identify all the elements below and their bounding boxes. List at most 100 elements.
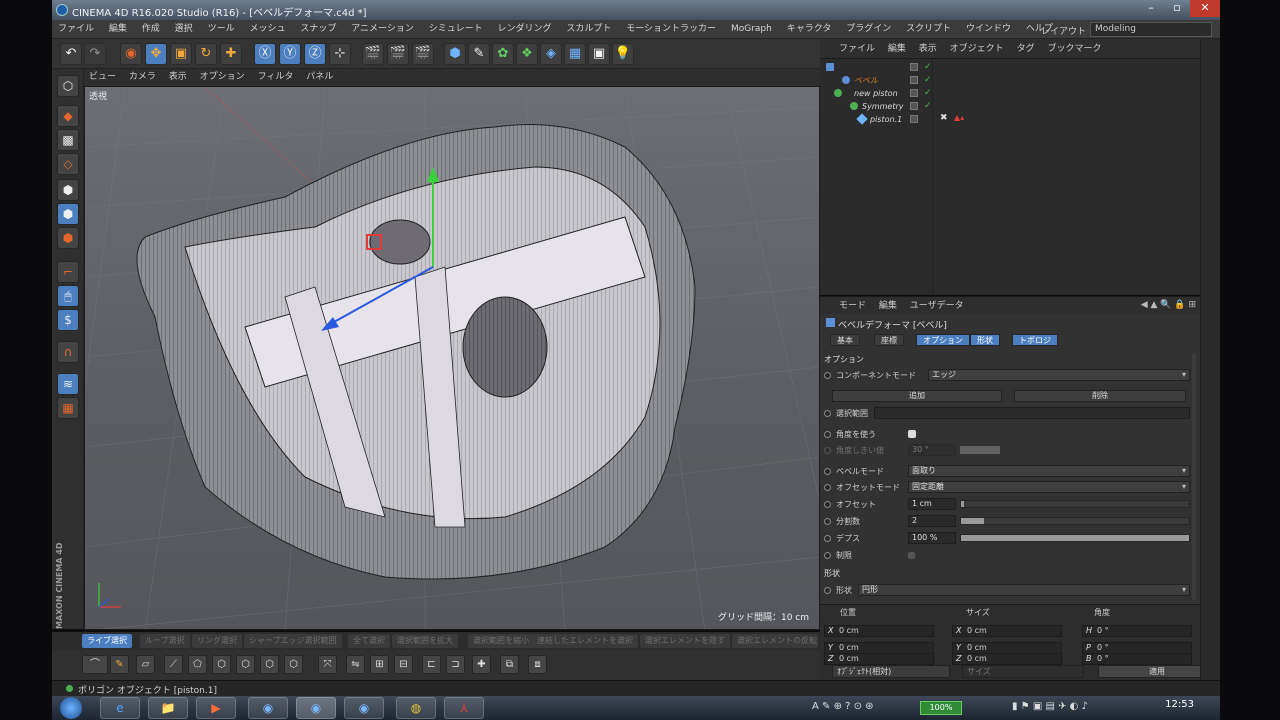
floor-button[interactable]: ▦ — [564, 43, 586, 65]
magnet-button[interactable]: ∩ — [57, 341, 79, 363]
anim-radio[interactable] — [824, 447, 831, 454]
anim-radio[interactable] — [824, 501, 831, 508]
media-player-taskbar-icon[interactable]: ▶ — [196, 697, 236, 719]
points-mode-button[interactable]: ⬢ — [57, 179, 79, 201]
anim-radio[interactable] — [824, 431, 831, 438]
om-menu-edit[interactable]: 編集 — [883, 39, 911, 59]
texture-mode-button[interactable]: ▩ — [57, 129, 79, 151]
explorer-taskbar-icon[interactable]: 📁 — [148, 697, 188, 719]
edges-mode-button[interactable]: ⬢ — [57, 203, 79, 225]
undo-button[interactable]: ↶ — [60, 43, 82, 65]
layout-select[interactable]: Modeling — [1090, 22, 1212, 37]
om-menu-view[interactable]: 表示 — [914, 39, 942, 59]
tab-coord[interactable]: 座標 — [874, 334, 904, 346]
size-x-field[interactable]: X0 cm — [952, 625, 1062, 637]
object-row-new-piston[interactable]: new piston ✓ — [820, 87, 1200, 100]
cube-button[interactable]: ⬢ — [444, 43, 466, 65]
cinema4d-taskbar-icon[interactable]: ◉ — [248, 697, 288, 719]
viewport-menu-display[interactable]: 表示 — [164, 69, 192, 86]
am-nav-icons[interactable]: ◀ ▲ 🔍 🔒 ⊞ — [1141, 300, 1196, 310]
array-button[interactable]: ❖ — [516, 43, 538, 65]
cinema4d-alt-taskbar-icon[interactable]: ◉ — [344, 697, 384, 719]
object-row[interactable]: ✓ — [820, 61, 1200, 74]
plane-tool-button[interactable]: ▱ — [136, 655, 155, 674]
array-tool-button[interactable]: ⧈ — [528, 655, 547, 674]
object-visibility-toggle[interactable] — [910, 63, 918, 71]
workplane-lock-button[interactable]: ▦ — [57, 397, 79, 419]
acrobat-taskbar-icon[interactable]: ⅄ — [444, 697, 484, 719]
axis-mode-button[interactable]: ⌐ — [57, 261, 79, 283]
am-menu-userdata[interactable]: ユーザデータ — [905, 297, 969, 315]
extrude-inner-button[interactable]: ⬡ — [236, 655, 255, 674]
anim-radio[interactable] — [824, 372, 831, 379]
tab-shape[interactable]: 形状 — [970, 334, 1000, 346]
subdivision-slider[interactable] — [960, 517, 1190, 525]
mode-live-selection[interactable]: ライブ選択 — [82, 634, 132, 648]
render-settings-button[interactable]: 🎬 — [412, 43, 434, 65]
anim-radio[interactable] — [824, 484, 831, 491]
anim-radio[interactable] — [824, 552, 831, 559]
tab-basic[interactable]: 基本 — [830, 334, 860, 346]
viewport-menu-camera[interactable]: カメラ — [124, 69, 161, 86]
menu-snap[interactable]: スナップ — [294, 20, 342, 39]
camera-button[interactable]: ▣ — [588, 43, 610, 65]
bridge-button[interactable]: ⬡ — [284, 655, 303, 674]
om-menu-objects[interactable]: オブジェクト — [945, 39, 1009, 59]
coord-size-select[interactable]: サイズ — [962, 665, 1084, 678]
subdivision-surface-button[interactable]: ✿ — [492, 43, 514, 65]
mode-select-connected[interactable]: 連結したエレメントを選択 — [532, 634, 638, 648]
start-button[interactable] — [60, 697, 82, 719]
smooth-shift-button[interactable]: ⊟ — [394, 655, 413, 674]
object-enabled-check[interactable]: ✓ — [924, 61, 932, 74]
tray-icons-right[interactable]: ▮ ⚑ ▣ ▤ ✈ ◐ ♪ — [1012, 701, 1088, 712]
object-enabled-check[interactable]: ✓ — [924, 74, 932, 87]
chrome-taskbar-icon[interactable]: ◍ — [396, 697, 436, 719]
close-button[interactable]: ✕ — [1190, 0, 1220, 17]
anim-radio[interactable] — [824, 535, 831, 542]
layers-button[interactable]: ≋ — [57, 373, 79, 395]
clock[interactable]: 12:53 — [1165, 699, 1194, 710]
viewport-menu-options[interactable]: オプション — [195, 69, 250, 86]
ie-taskbar-icon[interactable]: e — [100, 697, 140, 719]
x-axis-lock[interactable]: Ⓧ — [254, 43, 276, 65]
line-tool-button[interactable]: ⌒ — [82, 655, 108, 674]
tweak-mode-button[interactable]: 🖱 — [57, 285, 79, 307]
coordinate-system-button[interactable]: ⊹ — [329, 43, 351, 65]
rotation-b-field[interactable]: B0 ° — [1082, 653, 1192, 665]
object-row-piston[interactable]: piston.1 ✖ ▲▴ — [820, 113, 1200, 126]
mode-loop-selection[interactable]: ループ選択 — [140, 634, 190, 648]
selection-tag-icon[interactable]: ▲▴ — [954, 113, 964, 122]
bevel-button[interactable]: ⬡ — [260, 655, 279, 674]
position-z-field[interactable]: Z0 cm — [824, 653, 934, 665]
delete-button[interactable]: 削除 — [1014, 390, 1186, 402]
render-view-button[interactable]: 🎬 — [362, 43, 384, 65]
y-axis-lock[interactable]: Ⓨ — [279, 43, 301, 65]
coord-mode-select[interactable]: ｵﾌﾞｼﾞｪｸﾄ(相対) — [832, 665, 950, 678]
mode-invert-selection[interactable]: 選択エレメントの反転 — [732, 634, 818, 648]
depth-field[interactable]: 100 % — [908, 532, 956, 544]
add-button[interactable]: 追加 — [832, 390, 1002, 402]
anim-radio[interactable] — [824, 410, 831, 417]
cinema4d-active-taskbar-icon[interactable]: ◉ — [296, 697, 336, 719]
object-visibility-toggle[interactable] — [910, 76, 918, 84]
limit-checkbox[interactable] — [908, 552, 915, 559]
redo-button[interactable]: ↷ — [84, 43, 106, 65]
tab-topology[interactable]: トポロジ — [1012, 334, 1058, 346]
tab-options[interactable]: オプション — [916, 334, 970, 346]
rotate-tool[interactable]: ↻ — [195, 43, 217, 65]
light-button[interactable]: 💡 — [612, 43, 634, 65]
menu-plugins[interactable]: プラグイン — [840, 20, 897, 39]
magnet-tool-button[interactable]: ✚ — [472, 655, 491, 674]
model-mode-button[interactable]: ◆ — [57, 105, 79, 127]
mode-ring-selection[interactable]: リング選択 — [192, 634, 242, 648]
maximize-button[interactable]: ▫ — [1164, 0, 1190, 17]
anim-radio[interactable] — [824, 468, 831, 475]
size-z-field[interactable]: Z0 cm — [952, 653, 1062, 665]
object-enabled-check[interactable]: ✓ — [924, 87, 932, 100]
menu-sculpt[interactable]: スカルプト — [560, 20, 617, 39]
set-point-button[interactable]: ⊐ — [446, 655, 465, 674]
object-row-symmetry[interactable]: Symmetry ✓ — [820, 100, 1200, 113]
offset-mode-select[interactable]: 固定距離 — [908, 481, 1190, 493]
menu-animation[interactable]: アニメーション — [345, 20, 420, 39]
make-editable-button[interactable]: ⬡ — [57, 75, 79, 97]
